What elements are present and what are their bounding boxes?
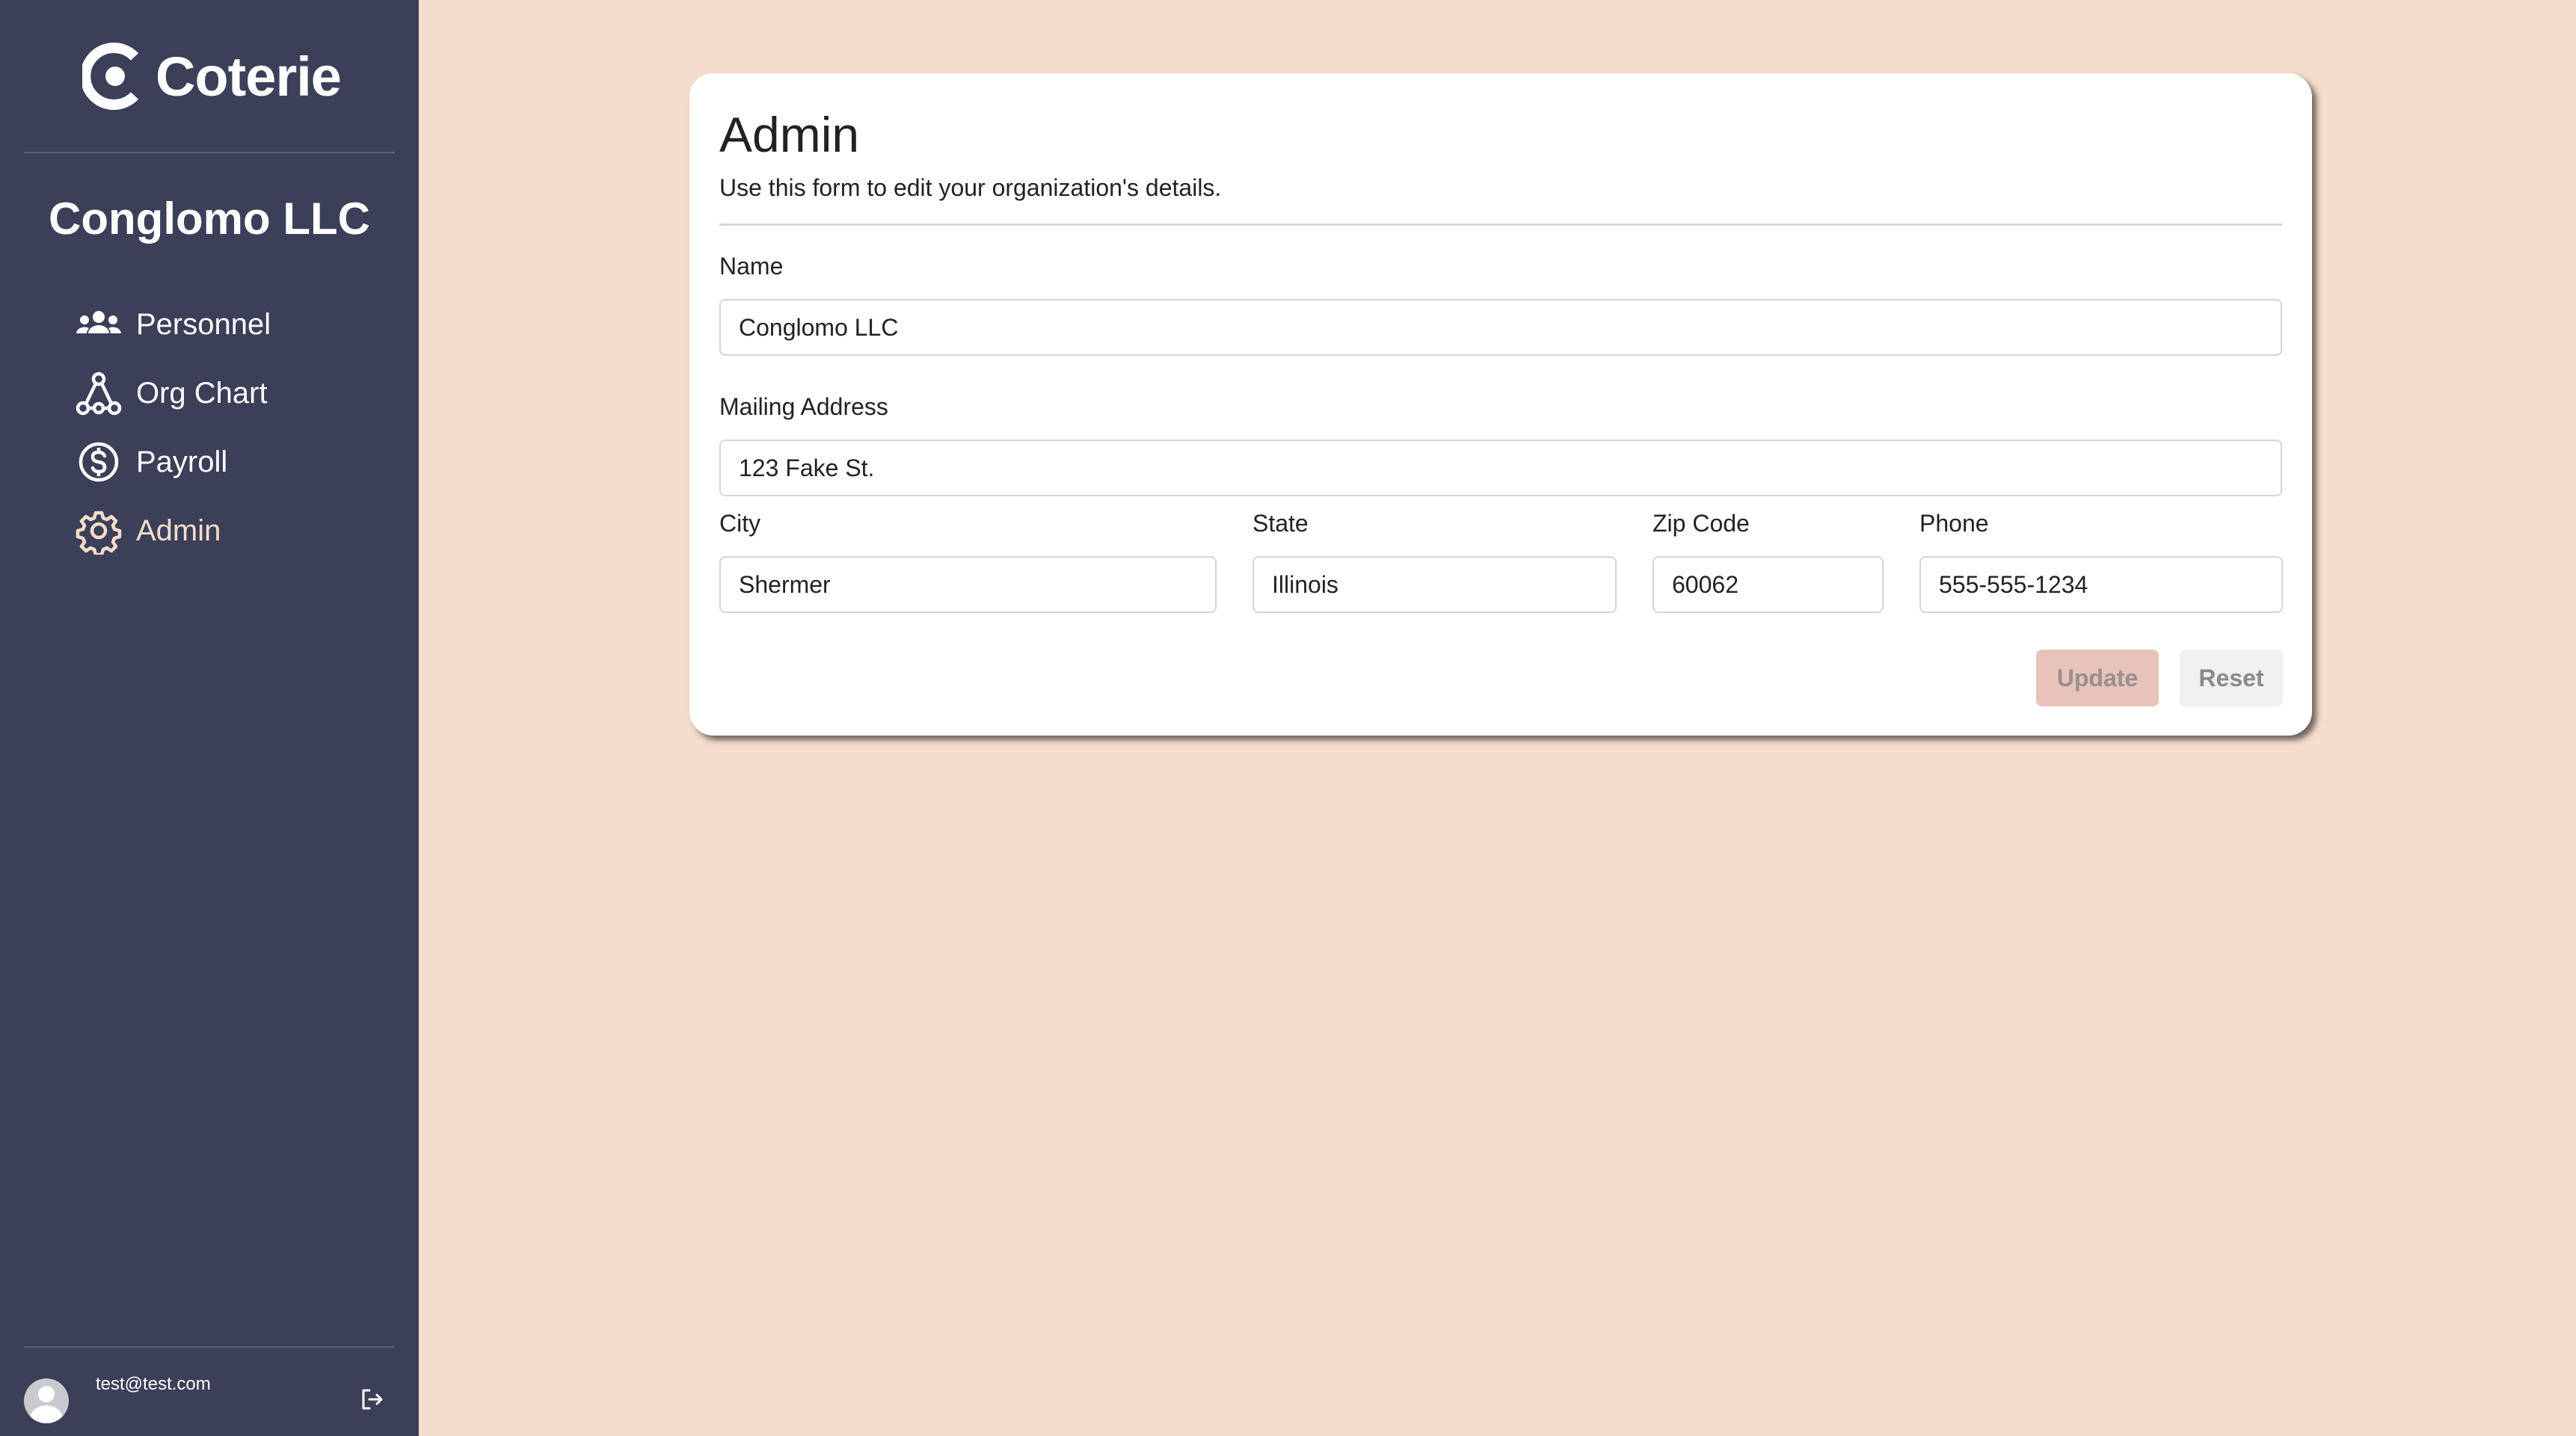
sidebar-item-admin[interactable]: Admin xyxy=(75,496,271,565)
admin-form-card: Admin Use this form to edit your organiz… xyxy=(689,73,2312,736)
name-field[interactable] xyxy=(719,299,2282,356)
zip-field[interactable] xyxy=(1653,556,1884,613)
sidebar-item-label: Payroll xyxy=(136,445,228,478)
user-panel: test@test.com xyxy=(24,1374,395,1426)
sidebar-item-personnel[interactable]: Personnel xyxy=(75,290,271,359)
user-email: test@test.com xyxy=(96,1374,211,1394)
sidebar: Coterie Conglomo LLC Personnel Org Chart… xyxy=(0,0,419,1436)
coterie-logo-icon xyxy=(82,43,139,110)
city-label: City xyxy=(719,510,761,537)
page-subtitle: Use this form to edit your organization'… xyxy=(719,174,1222,201)
phone-label: Phone xyxy=(1919,510,1989,537)
address-label: Mailing Address xyxy=(719,393,888,420)
sidebar-divider xyxy=(24,152,395,153)
name-label: Name xyxy=(719,253,784,280)
form-divider xyxy=(719,224,2282,226)
sidebar-item-payroll[interactable]: Payroll xyxy=(75,428,271,496)
app-logo[interactable]: Coterie xyxy=(82,39,342,114)
dollar-circle-icon xyxy=(79,442,119,482)
org-chart-icon xyxy=(76,372,122,416)
state-label: State xyxy=(1252,510,1309,537)
state-field[interactable] xyxy=(1252,556,1617,613)
gear-icon xyxy=(76,511,122,555)
update-button[interactable]: Update xyxy=(2036,650,2159,706)
sidebar-divider xyxy=(24,1346,395,1348)
phone-field[interactable] xyxy=(1919,556,2283,613)
avatar[interactable] xyxy=(24,1378,69,1423)
sidebar-item-org-chart[interactable]: Org Chart xyxy=(75,359,271,428)
page-title: Admin xyxy=(719,107,860,162)
sidebar-nav: Personnel Org Chart Payroll Admin xyxy=(75,290,271,565)
sidebar-item-label: Personnel xyxy=(136,307,271,341)
reset-button[interactable]: Reset xyxy=(2180,650,2283,706)
app-name: Coterie xyxy=(156,45,342,108)
sidebar-item-label: Admin xyxy=(136,514,221,547)
sidebar-item-label: Org Chart xyxy=(136,376,268,410)
org-name: Conglomo LLC xyxy=(49,194,370,244)
city-field[interactable] xyxy=(719,556,1217,613)
users-icon xyxy=(76,311,121,333)
address-field[interactable] xyxy=(719,440,2282,496)
zip-label: Zip Code xyxy=(1653,510,1750,537)
logout-icon[interactable] xyxy=(357,1384,387,1414)
